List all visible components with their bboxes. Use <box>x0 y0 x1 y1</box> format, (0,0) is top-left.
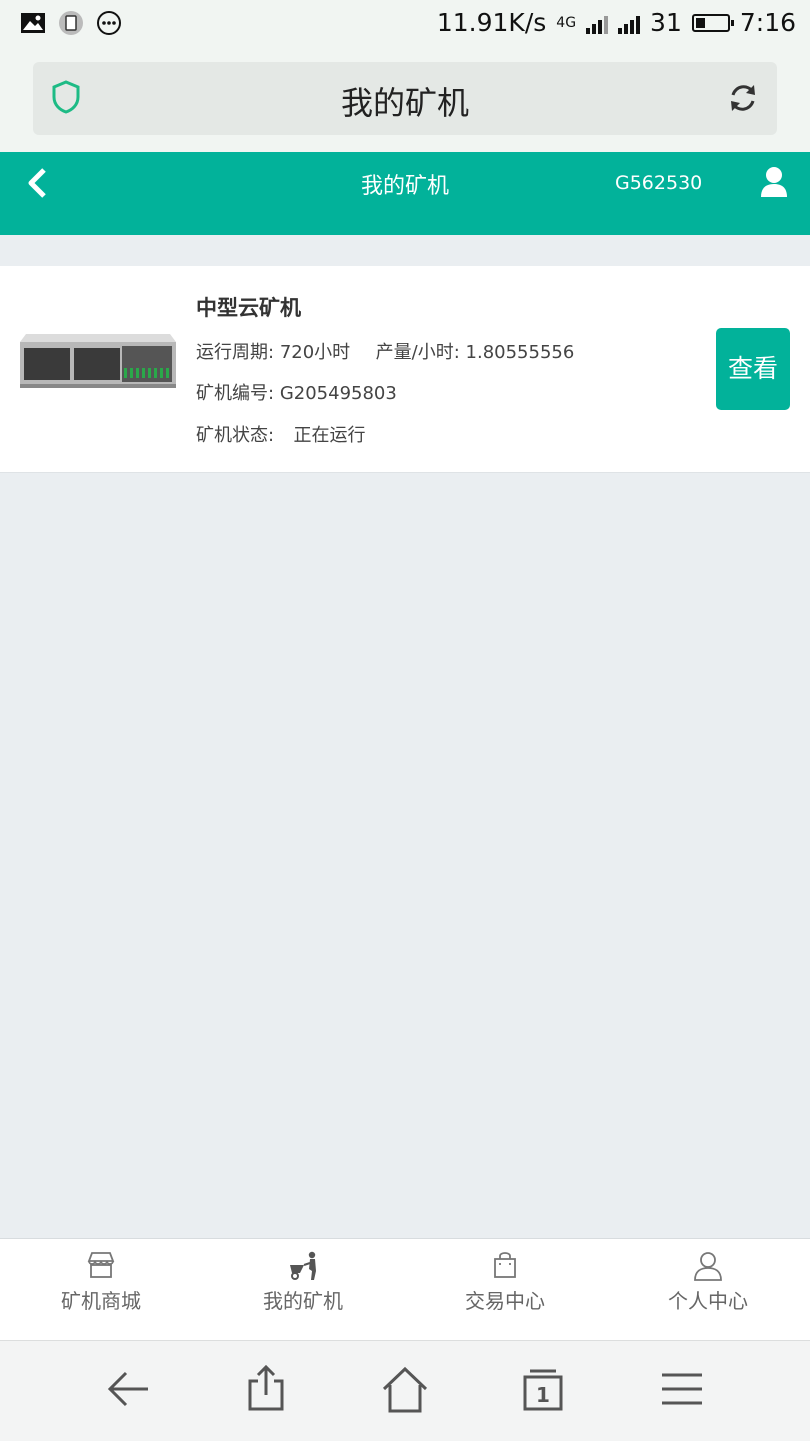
tab-my-miners[interactable]: 我的矿机 <box>202 1239 404 1341</box>
tabs-count-icon[interactable]: 1 <box>522 1367 564 1413</box>
bag-icon <box>494 1252 516 1278</box>
page-title: 我的矿机 <box>340 84 469 122</box>
server-image <box>20 334 176 388</box>
number-label: 矿机编号: <box>196 383 275 404</box>
refresh-icon[interactable] <box>725 80 761 116</box>
cycle-value: 720小时 <box>279 342 351 363</box>
net-speed: 11.91K/s <box>436 8 547 37</box>
miner-icon <box>290 1251 316 1280</box>
number-value: G205495803 <box>279 383 397 404</box>
machine-status-line: 矿机状态: 正在运行 <box>196 421 366 447</box>
store-icon <box>87 1252 115 1278</box>
back-icon[interactable] <box>106 1367 150 1411</box>
battery-icon <box>691 13 734 32</box>
machine-card: 中型云矿机 运行周期: 720小时 产量/小时: 1.80555556 矿机编号… <box>0 266 810 473</box>
clock: 7:16 <box>739 8 796 37</box>
tab-label-store: 矿机商城 <box>61 1289 141 1313</box>
browser-bar: 我的矿机 <box>0 52 810 152</box>
output-value: 1.80555556 <box>465 342 575 363</box>
menu-icon[interactable] <box>660 1371 704 1407</box>
machine-number-line: 矿机编号: G205495803 <box>196 379 397 405</box>
svg-text:1: 1 <box>536 1383 550 1407</box>
image-icon <box>21 13 45 33</box>
app-header: 我的矿机 G562530 <box>0 152 810 235</box>
tab-label-trade: 交易中心 <box>465 1289 545 1313</box>
home-icon[interactable] <box>380 1365 430 1413</box>
machine-cycle-line: 运行周期: 720小时 产量/小时: 1.80555556 <box>196 338 574 364</box>
tab-store[interactable]: 矿机商城 <box>0 1239 202 1341</box>
view-button[interactable]: 查看 <box>716 328 790 410</box>
machine-name: 中型云矿机 <box>196 296 301 320</box>
user-id: G562530 <box>615 172 703 194</box>
tab-label-profile: 个人中心 <box>668 1289 748 1313</box>
browser-nav-bar: 1 <box>0 1340 810 1441</box>
cycle-label: 运行周期: <box>196 342 275 363</box>
status-bar: 11.91K/s 4G 31 7:16 <box>0 0 810 52</box>
tab-trade[interactable]: 交易中心 <box>404 1239 606 1341</box>
signal-icon <box>586 12 609 34</box>
sim-icon <box>59 11 83 35</box>
status-value: 正在运行 <box>293 425 366 446</box>
more-icon <box>97 11 121 35</box>
signal-icon-2 <box>618 12 641 34</box>
tab-profile[interactable]: 个人中心 <box>607 1239 809 1341</box>
status-label: 矿机状态: <box>196 425 275 446</box>
tab-label-my-miners: 我的矿机 <box>263 1289 343 1313</box>
address-bar[interactable]: 我的矿机 <box>33 62 777 135</box>
network-type: 4G <box>556 14 577 31</box>
user-icon[interactable] <box>760 166 788 198</box>
bottom-tab-bar: 矿机商城 我的矿机 交易中心 个人中心 <box>0 1238 810 1341</box>
person-icon <box>694 1252 722 1281</box>
output-label: 产量/小时: <box>375 342 460 363</box>
share-icon[interactable] <box>246 1363 286 1413</box>
battery-level: 31 <box>650 8 682 37</box>
